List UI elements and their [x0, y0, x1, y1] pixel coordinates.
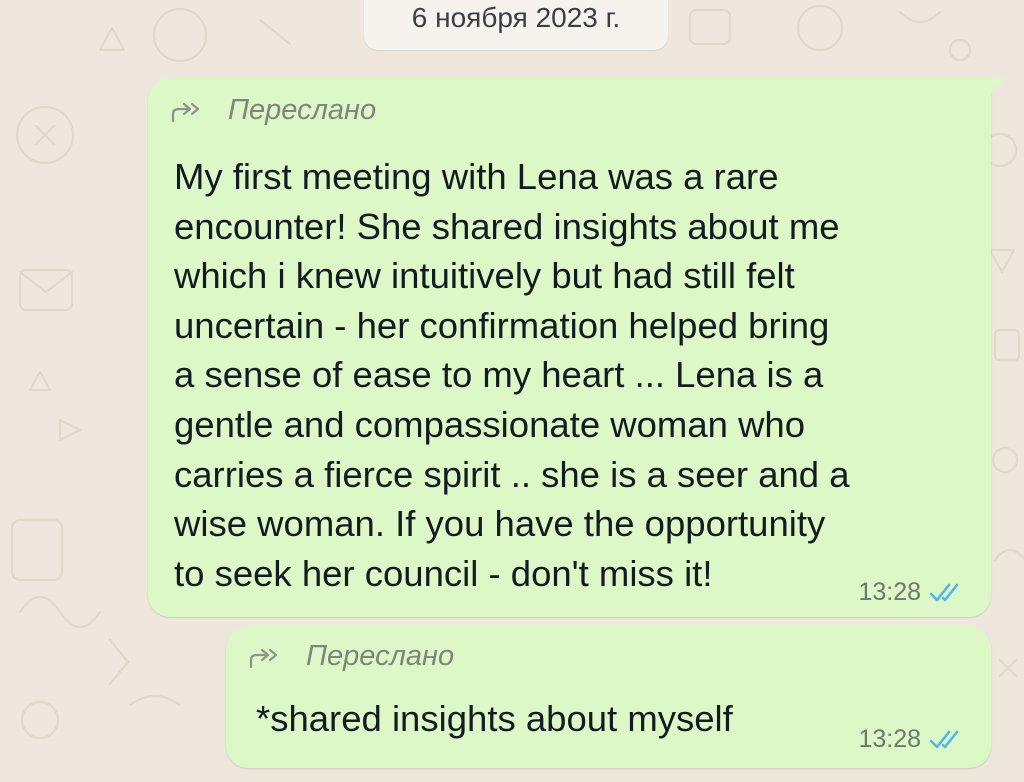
date-chip-label: 6 ноября 2023 г. [411, 2, 621, 33]
message-text: *shared insights about myself [256, 698, 733, 739]
forwarded-text: Переслано [306, 640, 455, 672]
date-chip: 6 ноября 2023 г. [364, 0, 668, 50]
double-check-icon [929, 583, 959, 601]
message-bubble[interactable]: Переслано My first meeting with Lena was… [148, 78, 1005, 617]
forwarded-icon [171, 102, 200, 122]
message-time: 13:28 [858, 725, 921, 753]
bubble-tail [989, 78, 1005, 96]
forwarded-label: Переслано [170, 94, 376, 127]
message-time: 13:28 [858, 578, 921, 606]
forwarded-label: Переслано [248, 640, 454, 673]
message-bubble[interactable]: Переслано *shared insights about myself … [226, 626, 991, 768]
forwarded-text: Переслано [228, 94, 377, 126]
forwarded-icon [249, 648, 278, 668]
message-meta: 13:28 [858, 578, 963, 607]
double-check-icon [929, 730, 959, 748]
message-text: My first meeting with Lena was a rare en… [174, 156, 850, 594]
message-meta: 13:28 [858, 725, 963, 754]
